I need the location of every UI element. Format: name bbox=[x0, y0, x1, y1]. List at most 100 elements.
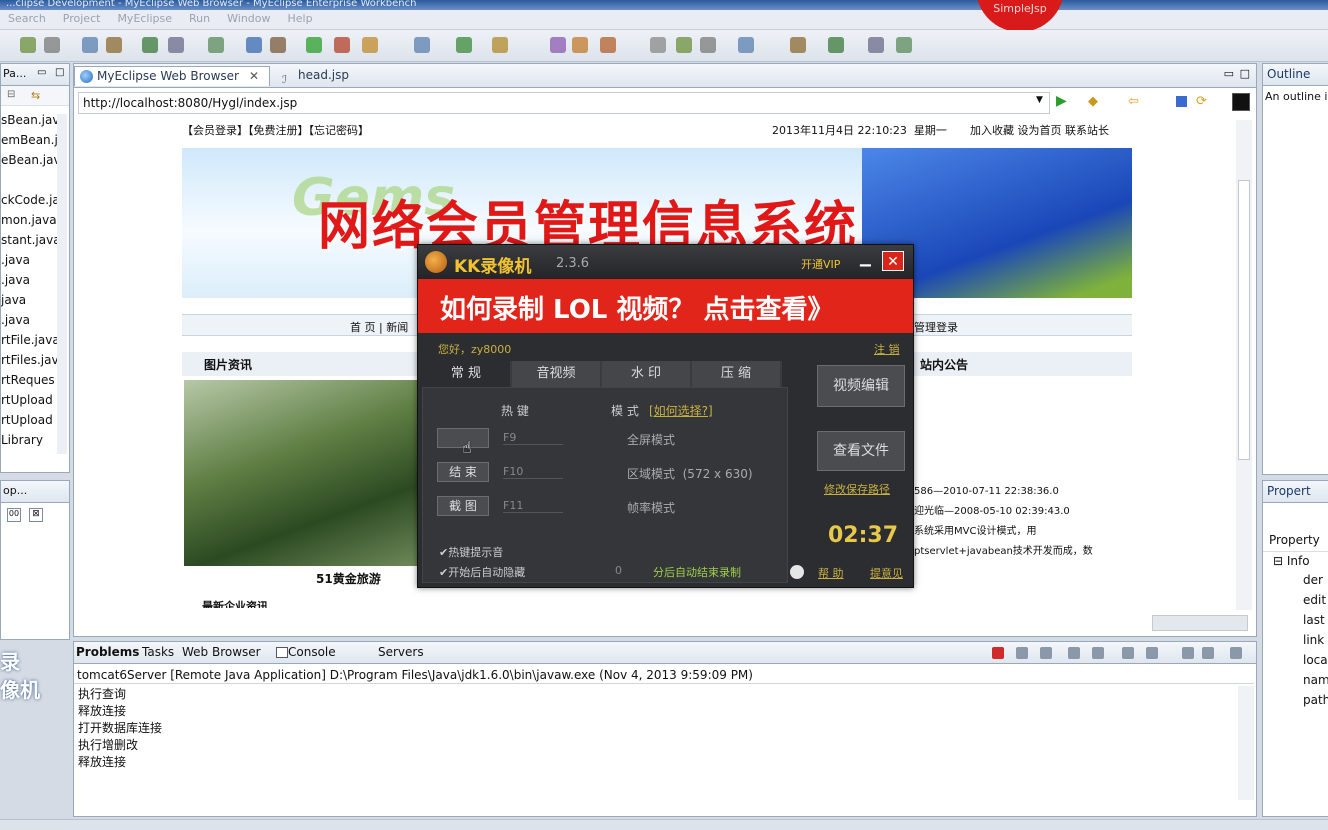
toolbar-icon[interactable] bbox=[414, 37, 430, 53]
menu-window[interactable]: Window bbox=[219, 10, 279, 25]
kk-feedback-link[interactable]: 提意见 bbox=[870, 565, 903, 581]
kk-check-sound[interactable]: ✔热键提示音 bbox=[439, 544, 503, 560]
kk-hotkey-button[interactable]: 结 束 bbox=[437, 462, 489, 482]
console-toolbar-icon[interactable] bbox=[1122, 647, 1134, 659]
toolbar-icon[interactable] bbox=[572, 37, 588, 53]
toolbar-icon[interactable] bbox=[362, 37, 378, 53]
toolbar-icon[interactable] bbox=[168, 37, 184, 53]
kk-help-link[interactable]: 帮 助 bbox=[818, 565, 844, 581]
console-toolbar-icon[interactable] bbox=[1040, 647, 1052, 659]
toolbar-icon[interactable] bbox=[550, 37, 566, 53]
console-toolbar-icon[interactable] bbox=[1182, 647, 1194, 659]
console-toolbar-icon[interactable] bbox=[1230, 647, 1242, 659]
property-row[interactable]: edit bbox=[1263, 590, 1328, 610]
property-row[interactable]: last bbox=[1263, 610, 1328, 630]
property-row[interactable]: loca bbox=[1263, 650, 1328, 670]
console-tab-tasks[interactable]: Tasks bbox=[142, 645, 174, 659]
console-toolbar-icon[interactable] bbox=[1202, 647, 1214, 659]
toolbar-icon[interactable] bbox=[246, 37, 262, 53]
minimize-icon[interactable]: ▭ bbox=[37, 67, 46, 78]
console-tab-problems[interactable]: Problems bbox=[76, 645, 139, 659]
kk-logout-link[interactable]: 注 销 bbox=[874, 341, 900, 357]
kk-minimize-icon[interactable]: ▁ bbox=[860, 251, 871, 267]
toolbar-icon[interactable] bbox=[650, 37, 666, 53]
kk-autostop-minutes[interactable]: 0 bbox=[615, 564, 622, 577]
dropdown-arrow-icon[interactable]: ▼ bbox=[1036, 95, 1043, 105]
refresh-icon[interactable]: ⟳ bbox=[1196, 94, 1207, 109]
info-group[interactable]: ⊟ Info bbox=[1263, 552, 1328, 570]
black-square-icon[interactable] bbox=[1232, 93, 1250, 111]
kk-tab[interactable]: 音视频 bbox=[512, 361, 600, 387]
toolbar-icon[interactable] bbox=[106, 37, 122, 53]
go-icon[interactable]: ▶ bbox=[1056, 93, 1067, 109]
kk-view-files-button[interactable]: 查看文件 bbox=[817, 431, 905, 471]
explorer-scrollbar[interactable] bbox=[57, 114, 67, 454]
toolbar-icon[interactable] bbox=[896, 37, 912, 53]
kk-save-path-link[interactable]: 修改保存路径 bbox=[824, 481, 890, 497]
console-toolbar-icon[interactable] bbox=[1092, 647, 1104, 659]
browser-vscroll[interactable] bbox=[1236, 120, 1252, 610]
close-icon[interactable]: ✕ bbox=[249, 69, 259, 83]
toolbar-icon[interactable] bbox=[306, 37, 322, 53]
kk-tab[interactable]: 水 印 bbox=[602, 361, 690, 387]
menu-search[interactable]: Search bbox=[0, 10, 55, 25]
grid-icon[interactable]: ⊠ bbox=[29, 508, 43, 522]
toolbar-icon[interactable] bbox=[790, 37, 806, 53]
toolbar-icon[interactable] bbox=[20, 37, 36, 53]
member-links[interactable]: 【会员登录】【免费注册】【忘记密码】 bbox=[182, 122, 369, 138]
toolbar-icon[interactable] bbox=[82, 37, 98, 53]
toolbar-icon[interactable] bbox=[738, 37, 754, 53]
property-row[interactable]: link bbox=[1263, 630, 1328, 650]
toolbar-icon[interactable] bbox=[600, 37, 616, 53]
property-row[interactable]: path bbox=[1263, 690, 1328, 710]
console-vscroll[interactable] bbox=[1238, 686, 1254, 800]
url-input[interactable]: http://localhost:8080/Hygl/index.jsp bbox=[78, 92, 1050, 114]
toolbar-icon[interactable]: 00 bbox=[7, 508, 21, 522]
photo-caption[interactable]: 51黄金旅游 bbox=[316, 570, 381, 587]
toolbar-icon[interactable] bbox=[492, 37, 508, 53]
minimize-icon[interactable]: ▭ bbox=[1224, 67, 1234, 80]
kk-how-link[interactable]: [如何选择?] bbox=[649, 402, 713, 419]
menu-run[interactable]: Run bbox=[181, 10, 219, 25]
kk-video-edit-button[interactable]: 视频编辑 bbox=[817, 365, 905, 407]
kk-mode-option[interactable]: 全屏模式 bbox=[627, 431, 675, 448]
resort-photo[interactable] bbox=[184, 380, 420, 566]
kk-hotkey-value[interactable]: F11 bbox=[503, 499, 563, 513]
collapse-icon[interactable]: ⊟ bbox=[7, 89, 15, 100]
console-toolbar-icon[interactable] bbox=[1146, 647, 1158, 659]
toolbar-icon[interactable] bbox=[868, 37, 884, 53]
top-links[interactable]: 加入收藏 设为首页 联系站长 bbox=[970, 122, 1109, 138]
toolbar-icon[interactable] bbox=[270, 37, 286, 53]
kk-mode-option[interactable]: 区域模式 (572 x 630) bbox=[627, 465, 753, 482]
kk-tab[interactable]: 压 缩 bbox=[692, 361, 780, 387]
kk-close-icon[interactable]: ✕ bbox=[882, 251, 904, 271]
console-tab-web-browser[interactable]: Web Browser bbox=[182, 645, 261, 659]
link-icon[interactable]: ⇆ bbox=[31, 89, 40, 102]
maximize-icon[interactable]: □ bbox=[55, 67, 64, 78]
properties-tab[interactable]: Propert bbox=[1263, 481, 1328, 503]
toolbar-icon[interactable] bbox=[44, 37, 60, 53]
property-row[interactable]: der bbox=[1263, 570, 1328, 590]
property-row[interactable]: nam bbox=[1263, 670, 1328, 690]
forward-icon[interactable]: ⇦ bbox=[1128, 94, 1139, 109]
toolbar-icon[interactable] bbox=[142, 37, 158, 53]
toolbar-icon[interactable] bbox=[208, 37, 224, 53]
kk-speaker-icon[interactable] bbox=[790, 565, 804, 579]
kk-hotkey-value[interactable]: F9 bbox=[503, 431, 563, 445]
kk-hotkey-button[interactable]: 截 图 bbox=[437, 496, 489, 516]
console-tab-servers[interactable]: Servers bbox=[378, 645, 424, 659]
toolbar-icon[interactable] bbox=[456, 37, 472, 53]
menu-myeclipse[interactable]: MyEclipse bbox=[109, 10, 181, 25]
toolbar-icon[interactable] bbox=[700, 37, 716, 53]
toolbar-icon[interactable] bbox=[828, 37, 844, 53]
kk-hotkey-value[interactable]: F10 bbox=[503, 465, 563, 479]
console-toolbar-icon[interactable] bbox=[1016, 647, 1028, 659]
outline-tab[interactable]: Outline bbox=[1263, 64, 1328, 86]
kk-check-autohide[interactable]: ✔开始后自动隐藏 bbox=[439, 564, 525, 580]
nav-admin-login[interactable]: 管理登录 bbox=[914, 319, 958, 335]
package-explorer-tab[interactable]: Pa... ▭ □ bbox=[1, 64, 69, 86]
menu-project[interactable]: Project bbox=[55, 10, 110, 25]
console-toolbar-icon[interactable] bbox=[992, 647, 1004, 659]
stop-icon[interactable] bbox=[1176, 96, 1187, 107]
kk-ad-banner[interactable]: 如何录制 LOL 视频？ 点击查看》 bbox=[418, 279, 913, 333]
